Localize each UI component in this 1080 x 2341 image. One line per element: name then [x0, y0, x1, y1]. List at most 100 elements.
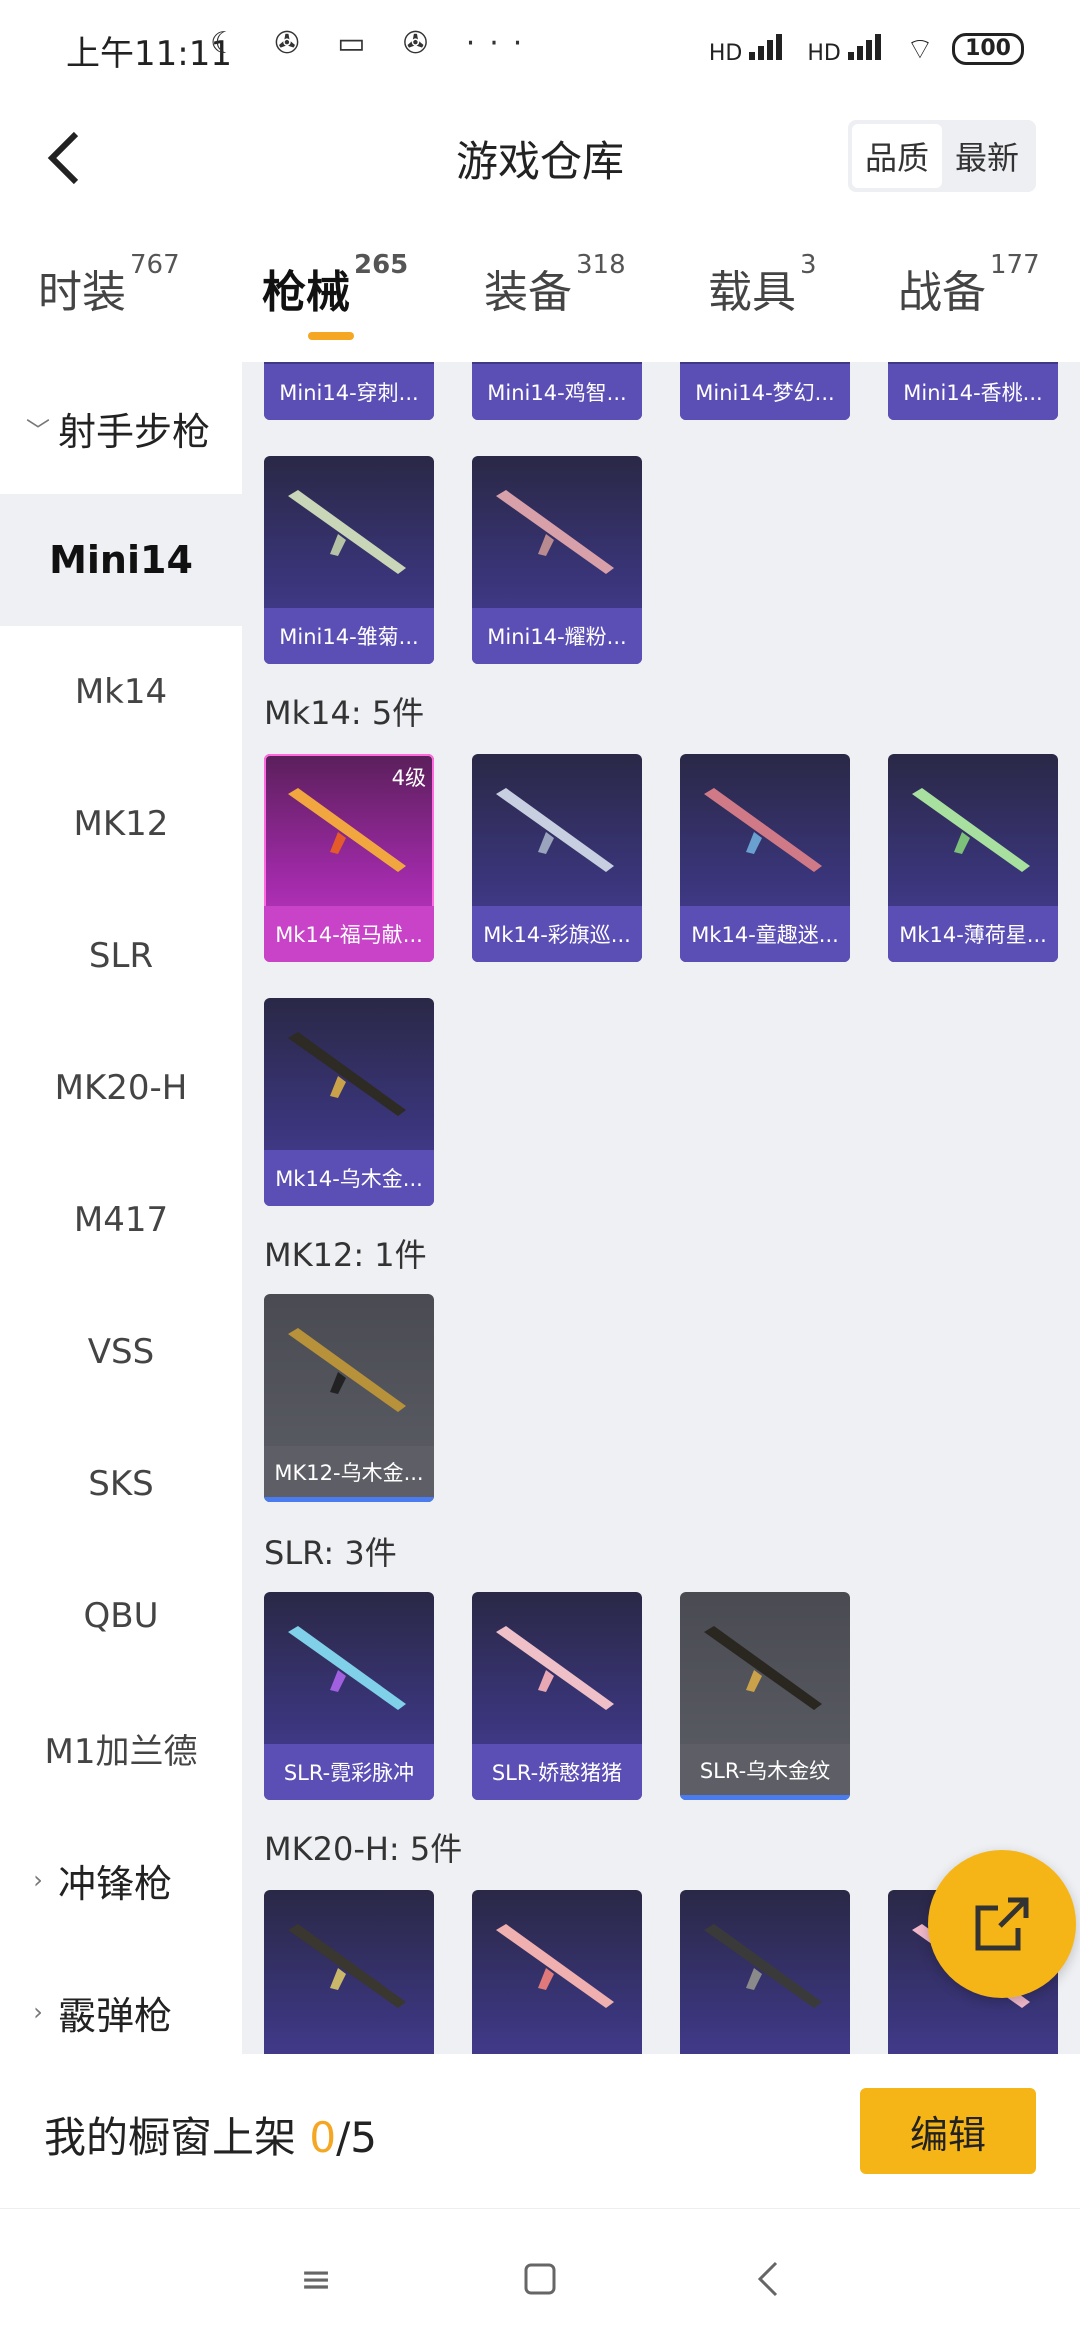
- item-name: SLR-娇憨猪猪: [472, 1744, 642, 1800]
- rifle-image: [496, 788, 614, 872]
- item-name: MK12-乌木金...: [264, 1446, 434, 1502]
- sidebar-item-m417[interactable]: M417: [0, 1154, 242, 1286]
- item-card[interactable]: [472, 1890, 642, 2054]
- signal-icon: [749, 32, 789, 60]
- item-card[interactable]: SLR-乌木金纹: [680, 1592, 850, 1800]
- sidebar-item-sks[interactable]: SKS: [0, 1418, 242, 1550]
- sidebar-item-qbu[interactable]: QBU: [0, 1550, 242, 1682]
- item-card[interactable]: Mini14-雏菊...: [264, 456, 434, 664]
- wifi-icon: ⌔: [905, 32, 935, 67]
- rifle-image: [288, 1924, 406, 2008]
- sidebar-group-smg[interactable]: › 冲锋枪: [0, 1814, 242, 1946]
- item-card[interactable]: Mini14-耀粉...: [472, 456, 642, 664]
- status-bar: 上午11:11 ☾ ✇ ▭ ✇ ··· HD HD ⌔ 100: [0, 0, 1080, 96]
- item-card[interactable]: Mk14-乌木金...: [264, 998, 434, 1206]
- item-name: SLR-霓彩脉冲: [264, 1744, 434, 1800]
- signal-icon: [847, 32, 888, 60]
- hd-signal-1: HD: [709, 32, 789, 66]
- header: 游戏仓库 品质 最新: [0, 96, 1080, 216]
- rifle-image: [912, 788, 1030, 872]
- tab-fashion[interactable]: 时装767: [38, 250, 180, 320]
- rifle-image: [288, 1032, 406, 1116]
- category-tabs: 时装767 枪械265 装备318 载具3 战备177: [0, 216, 1080, 362]
- item-name: Mini14-香桃...: [888, 364, 1058, 420]
- item-card[interactable]: SLR-霓彩脉冲: [264, 1592, 434, 1800]
- rifle-image: [496, 1924, 614, 2008]
- item-card[interactable]: SLR-娇憨猪猪: [472, 1592, 642, 1800]
- item-name: Mk14-福马献...: [264, 906, 434, 962]
- rifle-image: [288, 490, 406, 574]
- tab-combat[interactable]: 战备177: [898, 250, 1040, 320]
- item-card[interactable]: Mk14-薄荷星...: [888, 754, 1058, 962]
- sidebar-item-m1-garand[interactable]: M1加兰德: [0, 1682, 242, 1814]
- message-icon: ▭: [337, 26, 380, 61]
- rifle-image: [288, 788, 406, 872]
- section-header-mk12: MK12: 1件: [264, 1236, 427, 1274]
- more-icon: ···: [465, 26, 537, 61]
- item-name: SLR-乌木金纹: [680, 1744, 850, 1800]
- item-card[interactable]: MK12-乌木金...: [264, 1294, 434, 1502]
- item-card[interactable]: [680, 1890, 850, 2054]
- section-header-slr: SLR: 3件: [264, 1534, 397, 1572]
- sidebar-item-slr[interactable]: SLR: [0, 890, 242, 1022]
- wechat-icon: ✇: [403, 26, 443, 61]
- menu-icon[interactable]: ≡: [286, 2249, 346, 2309]
- wechat-icon: ✇: [274, 26, 314, 61]
- tab-guns[interactable]: 枪械265: [262, 250, 408, 320]
- rifle-image: [496, 1626, 614, 1710]
- rifle-image: [288, 1626, 406, 1710]
- section-header-mk14: Mk14: 5件: [264, 694, 425, 732]
- sidebar-group-marksman[interactable]: ﹀ 射手步枪: [0, 362, 242, 494]
- item-card[interactable]: Mini14-梦幻...: [680, 362, 850, 420]
- item-name: Mini14-穿刺...: [264, 364, 434, 420]
- back-nav-icon[interactable]: [738, 2249, 798, 2309]
- showcase-bar: 我的橱窗上架 0/5 编辑: [0, 2054, 1080, 2208]
- system-nav-bar: ≡: [0, 2208, 1080, 2341]
- item-name: Mini14-雏菊...: [264, 608, 434, 664]
- share-icon: [975, 1897, 1029, 1951]
- status-time: 上午11:11: [66, 34, 232, 74]
- item-card[interactable]: Mini14-鸡智...: [472, 362, 642, 420]
- home-icon[interactable]: [510, 2249, 570, 2309]
- sidebar-item-mk20h[interactable]: MK20-H: [0, 1022, 242, 1154]
- sidebar-item-mk12[interactable]: MK12: [0, 758, 242, 890]
- tab-equipment[interactable]: 装备318: [484, 250, 626, 320]
- chevron-right-icon: ›: [33, 1866, 43, 1894]
- sidebar-group-shotgun[interactable]: › 霰弹枪: [0, 1946, 242, 2054]
- share-button[interactable]: [928, 1850, 1076, 1998]
- item-card[interactable]: Mini14-穿刺...: [264, 362, 434, 420]
- item-grid: Mini14-穿刺... Mini14-鸡智... Mini14-梦幻... M…: [242, 362, 1080, 2054]
- item-card[interactable]: 4级 Mk14-福马献...: [264, 754, 434, 962]
- rifle-image: [704, 788, 822, 872]
- item-name: Mk14-童趣迷...: [680, 906, 850, 962]
- tab-vehicles[interactable]: 载具3: [708, 250, 817, 320]
- item-card[interactable]: Mk14-童趣迷...: [680, 754, 850, 962]
- item-name: Mini14-耀粉...: [472, 608, 642, 664]
- section-header-mk20h: MK20-H: 5件: [264, 1830, 463, 1868]
- item-name: Mini14-梦幻...: [680, 364, 850, 420]
- hd-signal-2: HD: [807, 32, 887, 66]
- sidebar-item-mk14[interactable]: Mk14: [0, 626, 242, 758]
- sidebar-item-vss[interactable]: VSS: [0, 1286, 242, 1418]
- moon-icon: ☾: [210, 26, 251, 61]
- item-card[interactable]: Mini14-香桃...: [888, 362, 1058, 420]
- rifle-image: [288, 1328, 406, 1412]
- battery-indicator: 100: [952, 33, 1024, 65]
- sort-quality-button[interactable]: 品质: [852, 124, 942, 188]
- rifle-image: [496, 490, 614, 574]
- chevron-right-icon: ›: [33, 1998, 43, 2026]
- item-name: Mk14-薄荷星...: [888, 906, 1058, 962]
- rifle-image: [704, 1924, 822, 2008]
- rifle-image: [704, 1626, 822, 1710]
- sort-newest-button[interactable]: 最新: [942, 124, 1032, 188]
- chevron-down-icon: ﹀: [26, 416, 50, 445]
- active-tab-indicator: [308, 332, 354, 340]
- item-card[interactable]: [264, 1890, 434, 2054]
- showcase-status: 我的橱窗上架 0/5: [44, 2113, 377, 2162]
- edit-button[interactable]: 编辑: [860, 2088, 1036, 2174]
- sort-toggle: 品质 最新: [848, 120, 1036, 192]
- sidebar-item-mini14[interactable]: Mini14: [0, 494, 242, 626]
- item-name: Mini14-鸡智...: [472, 364, 642, 420]
- item-name: Mk14-乌木金...: [264, 1150, 434, 1206]
- item-card[interactable]: Mk14-彩旗巡...: [472, 754, 642, 962]
